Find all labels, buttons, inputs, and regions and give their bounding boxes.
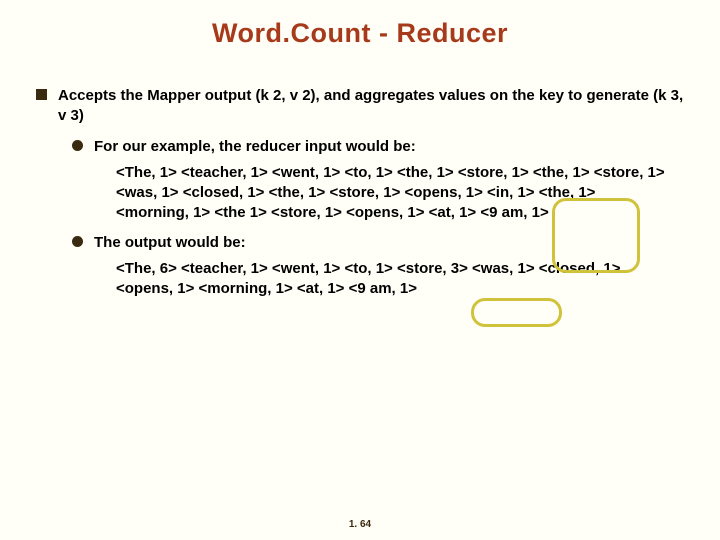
slide-number: 1. 64 — [0, 519, 720, 530]
slide-title: Word.Count - Reducer — [0, 18, 720, 49]
bullet-lvl2-input: For our example, the reducer input would… — [72, 137, 692, 157]
reducer-input-text: <The, 1> <teacher, 1> <went, 1> <to, 1> … — [116, 163, 672, 224]
bullet-lvl2-output: The output would be: — [72, 233, 692, 253]
slide-body: Accepts the Mapper output (k 2, v 2), an… — [36, 86, 692, 307]
bullet-lvl1: Accepts the Mapper output (k 2, v 2), an… — [36, 86, 692, 125]
slide: Word.Count - Reducer Accepts the Mapper … — [0, 0, 720, 540]
reducer-output-text: <The, 6> <teacher, 1> <went, 1> <to, 1> … — [116, 259, 672, 300]
